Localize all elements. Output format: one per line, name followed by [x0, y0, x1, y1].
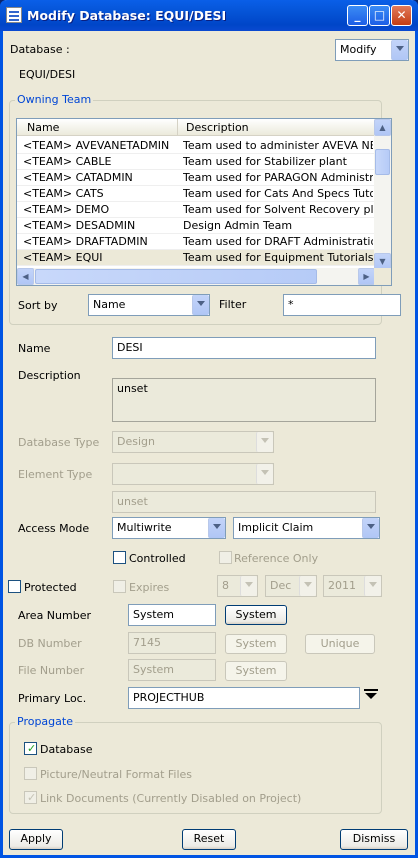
file-number-input[interactable]: System: [128, 659, 216, 681]
mode-value: Modify: [340, 43, 377, 56]
reference-only-checkbox[interactable]: [219, 551, 232, 564]
table-row[interactable]: <TEAM> DRAFTADMIN Team used for DRAFT Adm…: [17, 234, 375, 250]
expires-year-select[interactable]: 2011: [323, 575, 382, 597]
app-icon: [6, 7, 22, 23]
description-label: Description: [18, 369, 81, 382]
list-header: Name Description: [17, 119, 375, 136]
expires-year-value: 2011: [328, 579, 356, 592]
table-row[interactable]: <TEAM> CATS Team used for Cats And Specs …: [17, 186, 375, 202]
vertical-scrollbar[interactable]: ▲ ▼: [374, 119, 391, 270]
scroll-up-icon[interactable]: ▲: [374, 119, 391, 136]
chevron-down-icon: [362, 518, 379, 538]
table-row[interactable]: <TEAM> CABLE Team used for Stabilizer pla…: [17, 154, 375, 170]
apply-button[interactable]: Apply: [9, 829, 63, 850]
chevron-down-icon: [391, 40, 408, 60]
element-text-input[interactable]: unset: [112, 491, 376, 513]
dropdown-arrow-icon[interactable]: [364, 689, 378, 701]
access-mode-label: Access Mode: [18, 522, 90, 535]
protected-label: Protected: [24, 581, 77, 594]
database-type-value: Design: [117, 435, 155, 448]
database-type-select[interactable]: Design: [112, 431, 274, 453]
horizontal-scrollbar[interactable]: ◀ ▶: [17, 268, 375, 285]
element-type-label: Element Type: [18, 468, 93, 481]
chevron-down-icon: [299, 576, 316, 596]
title-bar[interactable]: Modify Database: EQUI/DESI _ □ ✕: [0, 0, 418, 31]
expires-checkbox[interactable]: [113, 580, 126, 593]
area-system-button[interactable]: System: [225, 605, 287, 625]
picture-files-label: Picture/Neutral Format Files: [40, 768, 193, 781]
scroll-left-icon[interactable]: ◀: [17, 268, 34, 285]
access-mode-value: Multiwrite: [117, 521, 172, 534]
propagate-title: Propagate: [15, 715, 75, 728]
maximize-icon[interactable]: □: [369, 5, 390, 26]
scroll-thumb[interactable]: [375, 149, 390, 175]
scroll-right-icon[interactable]: ▶: [358, 268, 375, 285]
chevron-down-icon: [364, 576, 381, 596]
chevron-down-icon: [208, 518, 225, 538]
propagate-database-checkbox[interactable]: ✓: [24, 742, 37, 755]
sort-by-value: Name: [93, 298, 126, 311]
reset-button[interactable]: Reset: [182, 829, 236, 850]
minimize-icon[interactable]: _: [347, 5, 368, 26]
description-input[interactable]: unset: [112, 378, 376, 422]
name-label: Name: [18, 342, 51, 355]
propagate-database-label: Database: [40, 743, 93, 756]
database-type-label: Database Type: [18, 436, 100, 449]
picture-files-checkbox[interactable]: [24, 767, 37, 780]
column-name[interactable]: Name: [27, 121, 59, 134]
close-icon[interactable]: ✕: [391, 5, 412, 26]
unique-button[interactable]: Unique: [305, 634, 375, 654]
chevron-down-icon: [192, 295, 209, 315]
owning-team-title: Owning Team: [15, 93, 94, 106]
protected-checkbox[interactable]: [8, 580, 21, 593]
db-number-label: DB Number: [18, 637, 82, 650]
element-type-select[interactable]: [112, 463, 274, 485]
controlled-checkbox[interactable]: [113, 551, 126, 564]
scroll-thumb-horizontal[interactable]: [35, 269, 317, 284]
table-row[interactable]: <TEAM> AVEVANETADMIN Team used to adminis…: [17, 138, 375, 154]
expires-month-value: Dec: [270, 579, 292, 592]
window-title: Modify Database: EQUI/DESI: [27, 8, 227, 23]
name-input[interactable]: DESI: [112, 337, 376, 359]
expires-day-select[interactable]: 8: [217, 575, 258, 597]
file-number-label: File Number: [18, 664, 85, 677]
link-documents-checkbox[interactable]: ✓: [24, 791, 37, 804]
chevron-down-icon: [240, 576, 257, 596]
filter-label: Filter: [219, 298, 247, 311]
expires-label: Expires: [129, 581, 170, 594]
claim-mode-select[interactable]: Implicit Claim: [233, 517, 380, 539]
mode-select[interactable]: Modify: [335, 39, 409, 61]
db-number-input[interactable]: 7145: [128, 632, 216, 654]
expires-month-select[interactable]: Dec: [265, 575, 317, 597]
db-system-button[interactable]: System: [225, 634, 287, 654]
controlled-label: Controlled: [129, 552, 186, 565]
table-row-selected[interactable]: <TEAM> EQUI Team used for Equipment Tutor…: [17, 250, 375, 266]
primary-loc-label: Primary Loc.: [18, 692, 87, 705]
sort-by-select[interactable]: Name: [88, 294, 210, 316]
chevron-down-icon: [256, 464, 273, 484]
reference-only-label: Reference Only: [234, 552, 319, 565]
table-row[interactable]: <TEAM> CATADMIN Team used for PARAGON Adm…: [17, 170, 375, 186]
table-row[interactable]: <TEAM> DEMO Team used for Solvent Recover…: [17, 202, 375, 218]
database-value: EQUI/DESI: [19, 68, 76, 81]
table-row[interactable]: <TEAM> DESADMIN Design Admin Team: [17, 218, 375, 234]
filter-input[interactable]: *: [283, 294, 401, 316]
check-icon: ✓: [27, 791, 37, 804]
expires-day-value: 8: [222, 579, 229, 592]
team-list[interactable]: Name Description <TEAM> AVEVANETADMIN Tea…: [16, 118, 392, 286]
file-system-button[interactable]: System: [225, 661, 287, 681]
dismiss-button[interactable]: Dismiss: [340, 829, 408, 850]
database-label: Database :: [10, 43, 70, 56]
primary-loc-input[interactable]: PROJECTHUB: [128, 687, 360, 709]
access-mode-select[interactable]: Multiwrite: [112, 517, 226, 539]
area-number-input[interactable]: System: [128, 604, 216, 626]
chevron-down-icon: [256, 432, 273, 452]
column-description[interactable]: Description: [186, 121, 249, 134]
sort-by-label: Sort by: [18, 299, 58, 312]
area-number-label: Area Number: [18, 609, 91, 622]
check-icon: ✓: [27, 742, 37, 755]
link-documents-label: Link Documents (Currently Disabled on Pr…: [40, 792, 302, 805]
claim-mode-value: Implicit Claim: [238, 521, 314, 534]
